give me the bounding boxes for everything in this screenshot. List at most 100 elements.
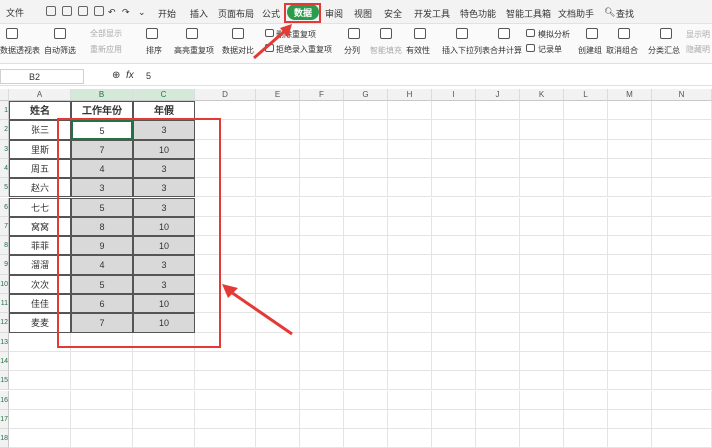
cell-g7[interactable] [344, 216, 388, 237]
cell-f7[interactable] [300, 216, 344, 237]
cell-i5[interactable] [432, 178, 476, 198]
cell-d16[interactable] [195, 390, 256, 410]
column-header-g[interactable]: G [344, 89, 388, 101]
tab-page-layout[interactable]: 页面布局 [218, 7, 254, 20]
cell-d18[interactable] [195, 429, 256, 448]
cell-n16[interactable] [652, 390, 712, 410]
cell-h6[interactable] [388, 197, 432, 217]
group-icon[interactable] [586, 28, 598, 39]
row-header-13[interactable]: 13 [0, 332, 9, 352]
cell-i3[interactable] [432, 139, 476, 159]
pivot-table-button[interactable]: 数据透视表 [0, 45, 40, 56]
cell-n6[interactable] [652, 197, 712, 217]
column-header-i[interactable]: I [432, 89, 476, 101]
cell-i4[interactable] [432, 158, 476, 179]
cell-k12[interactable] [520, 313, 564, 333]
cell-d17[interactable] [195, 409, 256, 430]
cell-j10[interactable] [476, 274, 520, 294]
cell-f18[interactable] [300, 429, 344, 448]
fx-icon[interactable]: fx [126, 70, 134, 81]
cell-i2[interactable] [432, 120, 476, 140]
cell-l15[interactable] [564, 371, 608, 391]
cell-g6[interactable] [344, 197, 388, 217]
cell-g3[interactable] [344, 139, 388, 159]
cell-l2[interactable] [564, 120, 608, 140]
cell-j2[interactable] [476, 120, 520, 140]
hide-detail-button[interactable]: 隐藏明 [686, 44, 710, 55]
cell-l9[interactable] [564, 255, 608, 275]
cell-b16[interactable] [71, 390, 133, 410]
cell-h13[interactable] [388, 332, 432, 352]
cell-e9[interactable] [256, 255, 300, 275]
cell-e2[interactable] [256, 120, 300, 140]
cell-e15[interactable] [256, 371, 300, 391]
cell-n12[interactable] [652, 313, 712, 333]
cell-f9[interactable] [300, 255, 344, 275]
cell-j18[interactable] [476, 429, 520, 448]
cell-l12[interactable] [564, 313, 608, 333]
cell-g15[interactable] [344, 371, 388, 391]
smart-fill-icon[interactable] [380, 28, 392, 39]
cell-m7[interactable] [608, 216, 652, 237]
cell-h11[interactable] [388, 294, 432, 314]
tab-review[interactable]: 审阅 [325, 7, 343, 20]
cell-e3[interactable] [256, 139, 300, 159]
cell-h5[interactable] [388, 178, 432, 198]
name-box[interactable]: B2 [0, 69, 84, 84]
cell-k13[interactable] [520, 332, 564, 352]
cell-h15[interactable] [388, 371, 432, 391]
cell-f13[interactable] [300, 332, 344, 352]
highlight-duplicates-button[interactable]: 高亮重复项 [174, 45, 214, 56]
cell-i15[interactable] [432, 371, 476, 391]
cell-j4[interactable] [476, 158, 520, 179]
show-all-button[interactable]: 全部显示 [90, 28, 122, 39]
cell-n11[interactable] [652, 294, 712, 314]
cell-j15[interactable] [476, 371, 520, 391]
consolidate-button[interactable]: 合并计算 [490, 45, 522, 56]
row-header-8[interactable]: 8 [0, 236, 9, 256]
cell-g13[interactable] [344, 332, 388, 352]
record-form-button[interactable]: 记录单 [538, 44, 562, 55]
sort-button[interactable]: 排序 [146, 45, 162, 56]
row-header-18[interactable]: 18 [0, 429, 9, 448]
cell-c17[interactable] [133, 409, 195, 430]
formula-input[interactable]: 5 [146, 71, 151, 81]
data-compare-icon[interactable] [232, 28, 244, 39]
cell-n2[interactable] [652, 120, 712, 140]
cell-k15[interactable] [520, 371, 564, 391]
cell-k6[interactable] [520, 197, 564, 217]
row-header-15[interactable]: 15 [0, 371, 9, 391]
cell-l3[interactable] [564, 139, 608, 159]
cell-j12[interactable] [476, 313, 520, 333]
cell-k9[interactable] [520, 255, 564, 275]
cell-m10[interactable] [608, 274, 652, 294]
cell-b18[interactable] [71, 429, 133, 448]
cell-f10[interactable] [300, 274, 344, 294]
cell-i10[interactable] [432, 274, 476, 294]
column-header-n[interactable]: N [652, 89, 712, 101]
column-header-b[interactable]: B [71, 89, 133, 101]
cell-m2[interactable] [608, 120, 652, 140]
zoom-icon[interactable]: ⊕ [112, 70, 120, 81]
cell-c18[interactable] [133, 429, 195, 448]
subtotal-button[interactable]: 分类汇总 [648, 45, 680, 56]
row-header-7[interactable]: 7 [0, 216, 9, 237]
record-form-icon[interactable] [526, 44, 535, 52]
cell-h14[interactable] [388, 351, 432, 372]
cell-d15[interactable] [195, 371, 256, 391]
search-label[interactable]: 查找 [616, 7, 634, 20]
cell-j3[interactable] [476, 139, 520, 159]
tab-security[interactable]: 安全 [384, 7, 402, 20]
cell-h7[interactable] [388, 216, 432, 237]
cell-b14[interactable] [71, 351, 133, 372]
cell-g10[interactable] [344, 274, 388, 294]
cell-l1[interactable] [564, 101, 608, 121]
cell-e5[interactable] [256, 178, 300, 198]
cell-g8[interactable] [344, 236, 388, 256]
row-header-2[interactable]: 2 [0, 120, 9, 140]
reapply-button[interactable]: 重新应用 [90, 44, 122, 55]
cell-c14[interactable] [133, 351, 195, 372]
cell-m15[interactable] [608, 371, 652, 391]
consolidate-icon[interactable] [498, 28, 510, 39]
cell-j5[interactable] [476, 178, 520, 198]
